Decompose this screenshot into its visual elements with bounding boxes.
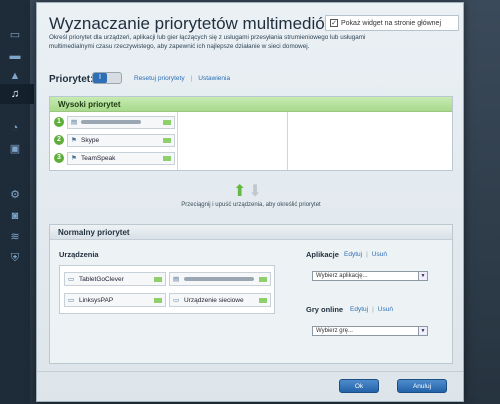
app-icon: ⚑ — [71, 154, 77, 162]
priority-number-badge: 1 — [54, 117, 64, 127]
drag-handle[interactable] — [163, 155, 171, 161]
ok-button[interactable]: Ok — [339, 379, 379, 393]
checkbox-check-icon[interactable]: ✓ — [330, 19, 338, 27]
link-separator: | — [190, 75, 193, 82]
application-select[interactable]: Wybierz aplikację... ▼ — [312, 271, 428, 281]
online-games-label: Gry online — [306, 305, 344, 314]
sidebar: ▭ ▬ ▲ ♫ ◔ ▣ ⚙ ◙ ≋ ⛨ — [0, 0, 34, 404]
settings-link[interactable]: Ustawienia — [198, 75, 230, 82]
redacted-text — [81, 119, 141, 124]
drag-handle[interactable] — [163, 137, 171, 143]
chevron-down-icon[interactable]: ▼ — [418, 327, 427, 335]
device-icon: ▭ — [68, 276, 75, 283]
media-priority-icon[interactable]: ♫ — [8, 88, 22, 100]
device-name: LinksysPAP — [79, 296, 114, 304]
item-name-redacted — [81, 119, 160, 126]
high-priority-panel: Wysoki priorytet 1 ▤ 2 ⚑ Skype 3 ⚑ TeamS… — [49, 96, 453, 171]
device-name-redacted — [184, 276, 256, 283]
device-name: Urządzenie sieciowe — [184, 296, 244, 304]
link-separator: | — [372, 306, 374, 313]
dialog-description: Określ priorytet dla urządzeń, aplikacji… — [49, 34, 366, 50]
applications-edit-link[interactable]: Edytuj — [344, 251, 362, 258]
chevron-down-icon[interactable]: ▼ — [418, 272, 427, 280]
app-icon: ⚑ — [71, 136, 77, 144]
application-select-value: Wybierz aplikację... — [316, 273, 368, 279]
device-item[interactable]: ▭ LinksysPAP — [64, 293, 166, 307]
applications-links: Edytuj | Usuń — [344, 251, 387, 258]
drag-handle[interactable] — [259, 276, 267, 282]
normal-priority-title: Normalny priorytet — [50, 225, 452, 240]
device-item[interactable]: ▤ — [169, 272, 271, 286]
high-priority-title: Wysoki priorytet — [50, 97, 452, 112]
arrow-down-icon: ⬇ — [248, 183, 262, 200]
device-name: TabletGoClever — [79, 275, 124, 283]
show-widget-label: Pokaż widget na stronie głównej — [341, 19, 442, 27]
device-icon: ▤ — [173, 276, 180, 283]
redacted-text — [184, 276, 254, 281]
dialog-title: Wyznaczanie priorytetów multimediów — [49, 14, 338, 33]
device-item[interactable]: ▭ Urządzenie sieciowe — [169, 293, 271, 307]
drag-handle[interactable] — [154, 297, 162, 303]
game-select-value: Wybierz grę... — [316, 328, 353, 334]
high-priority-row: 1 ▤ — [54, 115, 176, 129]
drag-handle[interactable] — [154, 276, 162, 282]
item-name: TeamSpeak — [81, 154, 116, 162]
priority-links: Resetuj priorytety | Ustawienia — [134, 75, 230, 82]
item-name: Skype — [81, 136, 100, 144]
priority-number-badge: 3 — [54, 153, 64, 163]
games-delete-link[interactable]: Usuń — [378, 306, 393, 313]
settings-icon[interactable]: ⚙ — [8, 188, 22, 201]
high-priority-row: 2 ⚑ Skype — [54, 133, 176, 147]
link-separator: | — [366, 251, 368, 258]
column-divider — [287, 112, 288, 170]
priority-number-badge: 2 — [54, 135, 64, 145]
game-select[interactable]: Wybierz grę... ▼ — [312, 326, 428, 336]
speed-icon[interactable]: ◔ — [8, 122, 22, 134]
wifi-icon[interactable]: ≋ — [8, 230, 22, 243]
cancel-button[interactable]: Anuluj — [397, 379, 447, 393]
priority-label: Priorytet: — [49, 74, 94, 85]
column-divider — [177, 112, 178, 170]
applications-delete-link[interactable]: Usuń — [372, 251, 387, 258]
priority-toggle[interactable]: I — [92, 72, 122, 84]
device-icon: ▭ — [173, 297, 180, 304]
camera-icon[interactable]: ◙ — [8, 210, 22, 222]
show-widget-checkbox[interactable]: ✓ Pokaż widget na stronie głównej — [325, 15, 459, 31]
device-item[interactable]: ▭ TabletGoClever — [64, 272, 166, 286]
normal-priority-panel: Normalny priorytet Urządzenia ▭ TabletGo… — [49, 224, 453, 364]
security-icon[interactable]: ▣ — [8, 142, 22, 155]
games-edit-link[interactable]: Edytuj — [350, 306, 368, 313]
drag-handle[interactable] — [163, 119, 171, 125]
footer-divider — [37, 371, 463, 372]
priority-toggle-knob: I — [93, 73, 107, 83]
applications-label: Aplikacje — [306, 250, 339, 259]
high-priority-item[interactable]: ⚑ Skype — [67, 133, 175, 147]
arrow-up-icon: ⬆ — [233, 183, 247, 200]
media-prioritization-dialog: Wyznaczanie priorytetów multimediów ✓ Po… — [36, 2, 464, 402]
drag-hint-text: Przeciągnij i upuść urządzenia, aby okre… — [181, 202, 321, 208]
network-icon[interactable]: ▭ — [8, 28, 22, 41]
high-priority-item[interactable]: ⚑ TeamSpeak — [67, 151, 175, 165]
online-games-links: Edytuj | Usuń — [350, 306, 393, 313]
drag-handle[interactable] — [259, 297, 267, 303]
shield-icon[interactable]: ⛨ — [8, 252, 22, 264]
move-arrows: ⬆ ⬇ — [233, 181, 262, 201]
warning-icon[interactable]: ▲ — [8, 70, 22, 82]
high-priority-item[interactable]: ▤ — [67, 115, 175, 129]
device-icon: ▤ — [71, 118, 78, 126]
high-priority-row: 3 ⚑ TeamSpeak — [54, 151, 176, 165]
device-icon: ▭ — [68, 297, 75, 304]
devices-icon[interactable]: ▬ — [8, 50, 22, 62]
devices-list: ▭ TabletGoClever ▤ ▭ LinksysPAP ▭ Urządz… — [59, 265, 275, 314]
reset-priorities-link[interactable]: Resetuj priorytety — [134, 75, 185, 82]
devices-label: Urządzenia — [59, 250, 99, 259]
